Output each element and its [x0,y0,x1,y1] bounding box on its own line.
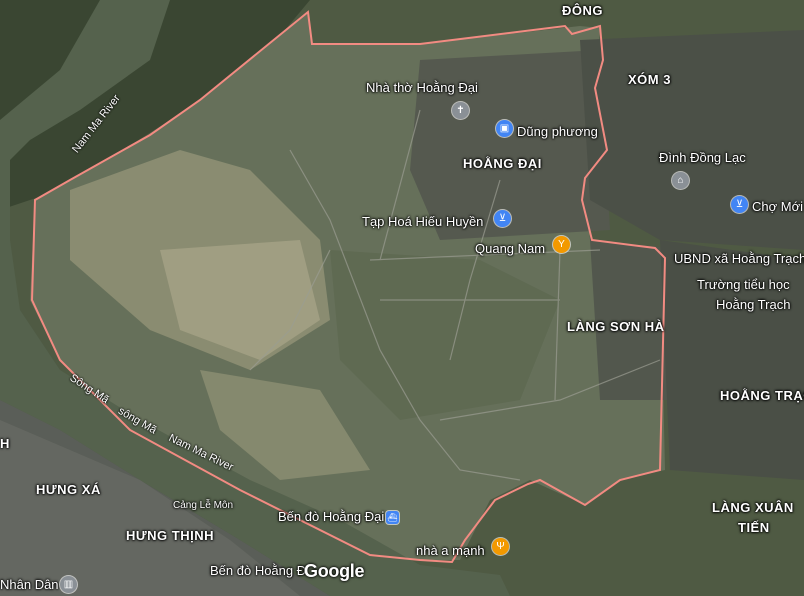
place-label-dung-phuong[interactable]: Dũng phương [517,124,598,139]
cocktail-icon[interactable]: Y [553,236,570,253]
place-label-dinh-dong-lac[interactable]: Đình Đồng Lạc [659,150,746,165]
place-label-quang-nam[interactable]: Quang Nam [475,241,545,256]
place-label-nhan-dan[interactable]: Nhân Dân [0,577,59,592]
place-label-truong-1[interactable]: Trường tiểu học [697,277,790,292]
area-label-xom3: XÓM 3 [628,72,671,87]
google-logo: Google [304,561,365,581]
place-label-ubnd[interactable]: UBND xã Hoằng Trạch [674,251,804,266]
ferry-icon[interactable]: ⛴ [386,511,399,524]
area-label-h: H [0,436,10,451]
shopping-bag-icon[interactable]: ▣ [496,120,513,137]
shopping-cart-icon[interactable]: ⊻ [731,196,748,213]
area-label-hung-xa: HƯNG XÁ [36,482,101,497]
area-label-tien: TIẾN [738,520,770,535]
building-icon[interactable]: ▥ [60,576,77,593]
area-label-hoang-trac: HOẰNG TRẠC [720,388,804,403]
temple-icon[interactable]: ⌂ [672,172,689,189]
place-label-nha-a-manh[interactable]: nhà a mạnh [416,543,485,558]
place-label-ben-do-1[interactable]: Bến đò Hoằng Đại [278,509,384,524]
shopping-cart-icon[interactable]: ⊻ [494,210,511,227]
area-label-lang-xuan: LÀNG XUÂN [712,500,794,515]
church-icon[interactable]: ✝ [452,102,469,119]
place-label-truong-2[interactable]: Hoằng Trạch [716,297,790,312]
place-label-ben-do-2[interactable]: Bến đò Hoằng Đ [210,563,306,578]
restaurant-icon[interactable]: Ψ [492,538,509,555]
area-label-lang-son-ha: LÀNG SƠN HÀ [567,319,665,334]
place-label-tap-hoa[interactable]: Tạp Hoá Hiếu Huyền [362,214,483,229]
place-label-cho-moi[interactable]: Chợ Mới [752,199,803,214]
place-label-church[interactable]: Nhà thờ Hoằng Đại [366,80,478,95]
area-label-dong: ĐÔNG [562,3,603,18]
area-label-hoang-dai: HOẰNG ĐẠI [463,156,542,171]
place-label-cang[interactable]: Cảng Lễ Môn [173,500,233,511]
area-label-hung-thinh: HƯNG THỊNH [126,528,215,543]
